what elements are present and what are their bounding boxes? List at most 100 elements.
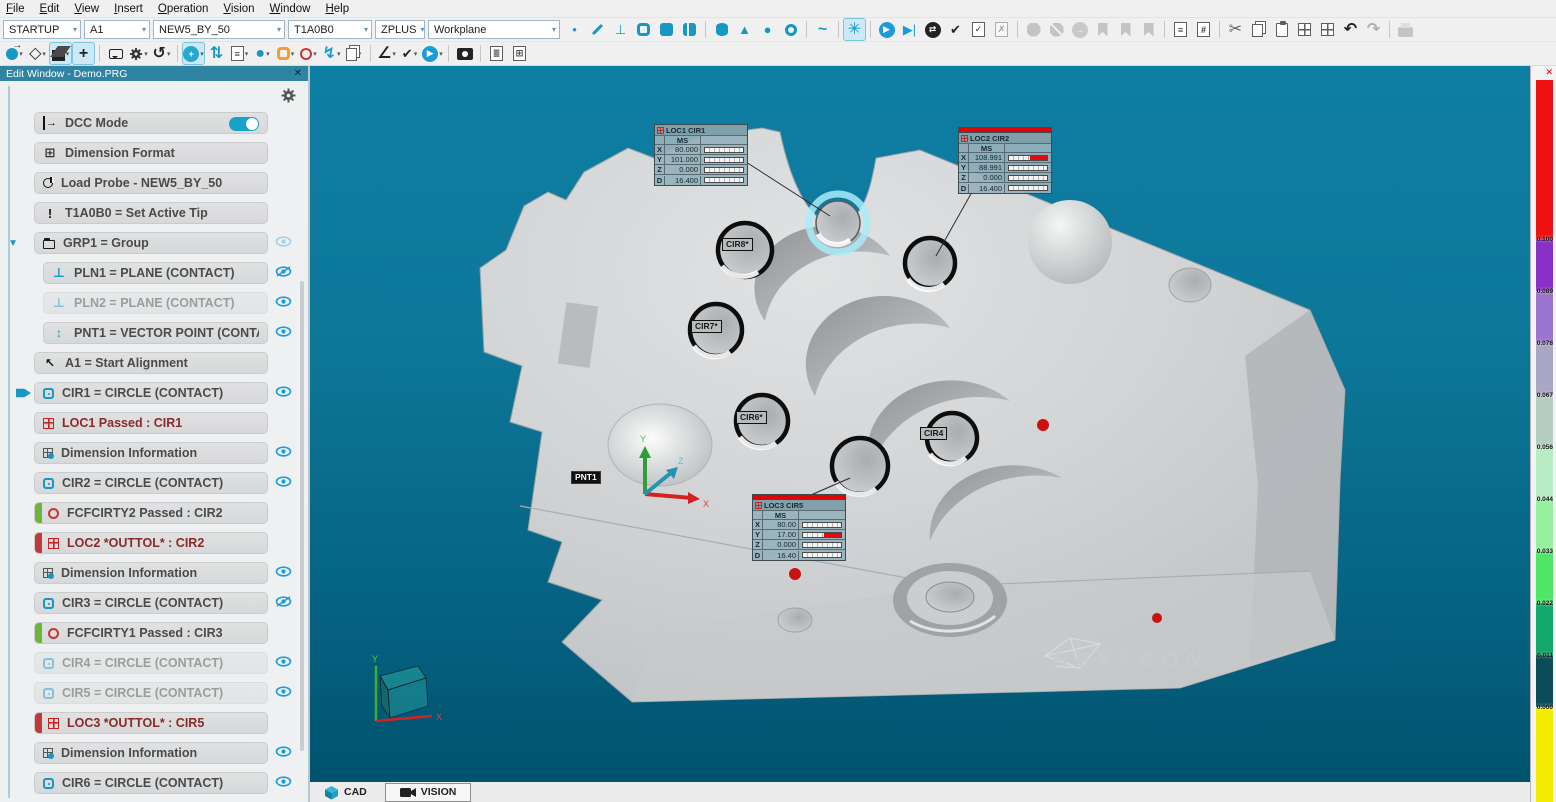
stop-icon[interactable] <box>1023 19 1044 40</box>
redo-icon[interactable]: ↷ <box>1363 19 1384 40</box>
measurement-box-loc2[interactable]: LOC2 CIR2MSX108.991Y88.991Z0.000D16.400 <box>958 127 1052 194</box>
execute-program-icon[interactable]: ▶ <box>876 19 897 40</box>
menu-help[interactable]: Help <box>325 3 349 15</box>
stop-cancel-icon[interactable] <box>1046 19 1067 40</box>
eye-icon[interactable] <box>275 654 292 672</box>
quick-feature-icon[interactable]: ↯▾ <box>321 43 342 64</box>
sidebar-item-dcc[interactable]: →DCC Mode <box>0 112 298 134</box>
rotate-view-icon[interactable]: ↺▾ <box>151 43 172 64</box>
settings-gears-icon[interactable]: ▾ <box>128 43 149 64</box>
undo-icon[interactable]: ↶ <box>1340 19 1361 40</box>
command-pill[interactable]: ⊞Dimension Format <box>34 142 268 164</box>
edit-grid-icon[interactable] <box>1317 19 1338 40</box>
sidebar-item-dimension[interactable]: ⊞Dimension Format <box>0 142 298 164</box>
cut-icon[interactable]: ✂ <box>1225 19 1246 40</box>
approve-icon[interactable]: ✔▾ <box>399 43 420 64</box>
command-pill[interactable]: GRP1 = Group <box>34 232 268 254</box>
command-pill[interactable]: ⊥PLN2 = PLANE (CONTACT) <box>43 292 268 314</box>
report-grid-icon[interactable]: # <box>1193 19 1214 40</box>
torus-feature-icon[interactable] <box>780 19 801 40</box>
pnt1-label[interactable]: PNT1 <box>571 471 601 484</box>
scale-close-icon[interactable]: ✕ <box>1545 67 1553 78</box>
sidebar-item-pnt1[interactable]: ↕PNT1 = VECTOR POINT (CONTACT) <box>0 322 298 344</box>
sidebar-item-pln2[interactable]: ⊥PLN2 = PLANE (CONTACT) <box>0 292 298 314</box>
feature-list-icon[interactable]: ≡▾ <box>229 43 250 64</box>
sidebar-item-dimension[interactable]: Dimension Information <box>0 562 298 584</box>
probe-dropdown[interactable]: NEW5_BY_50▾ <box>153 20 285 39</box>
cad-graphics-view[interactable]: HEXAGON Y X Z Y X <box>310 66 1530 774</box>
round-slot-feature-icon[interactable] <box>656 19 677 40</box>
collapse-arrow-icon[interactable]: ▼ <box>8 238 18 249</box>
eye-icon[interactable] <box>275 774 292 792</box>
program-dropdown[interactable]: STARTUP▾ <box>3 20 81 39</box>
command-pill[interactable]: →DCC Mode <box>34 112 268 134</box>
sidebar-item-dimension[interactable]: Dimension Information <box>0 742 298 764</box>
gear-icon[interactable] <box>281 88 296 103</box>
gage-circle-icon[interactable]: ▾ <box>298 43 319 64</box>
feature-label-cir7[interactable]: CIR7* <box>691 320 722 333</box>
comment-icon[interactable] <box>105 43 126 64</box>
menu-file[interactable]: File <box>6 3 25 15</box>
execute-loop-icon[interactable]: ⇄ <box>922 19 943 40</box>
solid-view-icon[interactable]: ▾ <box>50 43 71 64</box>
menu-edit[interactable]: Edit <box>40 3 60 15</box>
command-pill[interactable]: LOC2 *OUTTOL* : CIR2 <box>34 532 268 554</box>
bookmark-remove-icon[interactable] <box>1138 19 1159 40</box>
sidebar-item-fcfcirty1[interactable]: FCFCIRTY1 Passed : CIR3 <box>0 622 298 644</box>
print-icon[interactable] <box>1395 19 1416 40</box>
sidebar-item-cir5[interactable]: CIR5 = CIRCLE (CONTACT) <box>0 682 298 704</box>
sidebar-item-load[interactable]: Load Probe - NEW5_BY_50 <box>0 172 298 194</box>
menu-window[interactable]: Window <box>270 3 311 15</box>
menu-view[interactable]: View <box>74 3 99 15</box>
eye-icon[interactable] <box>275 564 292 582</box>
eye-off-icon[interactable] <box>275 594 292 612</box>
document-reject-icon[interactable]: ✗ <box>991 19 1012 40</box>
command-pill[interactable]: CIR1 = CIRCLE (CONTACT) <box>34 382 268 404</box>
eye-icon[interactable] <box>275 234 292 252</box>
command-pill[interactable]: ↖A1 = Start Alignment <box>34 352 268 374</box>
sidebar-item-a1[interactable]: ↖A1 = Start Alignment <box>0 352 298 374</box>
sidebar-item-loc3[interactable]: LOC3 *OUTTOL* : CIR5 <box>0 712 298 734</box>
duplicate-pages-icon[interactable]: ▾ <box>344 43 365 64</box>
command-pill[interactable]: Dimension Information <box>34 742 268 764</box>
dcc-toggle[interactable] <box>229 117 259 131</box>
square-slot-feature-icon[interactable] <box>679 19 700 40</box>
close-icon[interactable]: ✕ <box>294 68 302 79</box>
sidebar-item-cir1[interactable]: CIR1 = CIRCLE (CONTACT) <box>0 382 298 404</box>
sphere-feature-icon[interactable]: ● <box>757 19 778 40</box>
cone-feature-icon[interactable]: ▲ <box>734 19 755 40</box>
command-pill[interactable]: CIR4 = CIRCLE (CONTACT) <box>34 652 268 674</box>
command-pill[interactable]: Dimension Information <box>34 442 268 464</box>
eye-icon[interactable] <box>275 294 292 312</box>
menu-insert[interactable]: Insert <box>114 3 143 15</box>
sidebar-item-cir4[interactable]: CIR4 = CIRCLE (CONTACT) <box>0 652 298 674</box>
report-list-icon[interactable]: ≡ <box>1170 19 1191 40</box>
sidebar-item-cir6[interactable]: CIR6 = CIRCLE (CONTACT) <box>0 772 298 794</box>
run-program-icon[interactable]: ▶▾ <box>422 43 443 64</box>
paste-with-pattern-icon[interactable] <box>1294 19 1315 40</box>
command-pill[interactable]: CIR2 = CIRCLE (CONTACT) <box>34 472 268 494</box>
copy-icon[interactable] <box>1248 19 1269 40</box>
feature-label-cir6[interactable]: CIR6* <box>736 411 767 424</box>
execute-from-cursor-icon[interactable]: ▶| <box>899 19 920 40</box>
eye-icon[interactable] <box>275 474 292 492</box>
tab-cad[interactable]: CAD <box>310 782 381 802</box>
auto-feature-icon[interactable]: ✳ <box>844 19 865 40</box>
sidebar-item-t1a0b0[interactable]: !T1A0B0 = Set Active Tip <box>0 202 298 224</box>
command-pill[interactable]: ↕PNT1 = VECTOR POINT (CONTACT) <box>43 322 268 344</box>
bookmark-pin-icon[interactable] <box>1115 19 1136 40</box>
command-pill[interactable]: CIR6 = CIRCLE (CONTACT) <box>34 772 268 794</box>
sidebar-item-cir2[interactable]: CIR2 = CIRCLE (CONTACT) <box>0 472 298 494</box>
menu-vision[interactable]: Vision <box>223 3 254 15</box>
probe-mode-icon[interactable]: ▾ <box>4 43 25 64</box>
tab-vision[interactable]: VISION <box>385 783 472 802</box>
eye-icon[interactable] <box>275 444 292 462</box>
analysis-window-icon[interactable]: ⊞ <box>509 43 530 64</box>
measurement-box-loc1[interactable]: LOC1 CIR1MSX80.000Y101.000Z0.000D16.400 <box>654 124 748 186</box>
alignment-dropdown[interactable]: A1▾ <box>84 20 150 39</box>
command-pill[interactable]: !T1A0B0 = Set Active Tip <box>34 202 268 224</box>
confirm-icon[interactable]: ✔ <box>945 19 966 40</box>
command-pill[interactable]: CIR5 = CIRCLE (CONTACT) <box>34 682 268 704</box>
command-pill[interactable]: FCFCIRTY1 Passed : CIR3 <box>34 622 268 644</box>
report-window-icon[interactable]: ≣ <box>486 43 507 64</box>
